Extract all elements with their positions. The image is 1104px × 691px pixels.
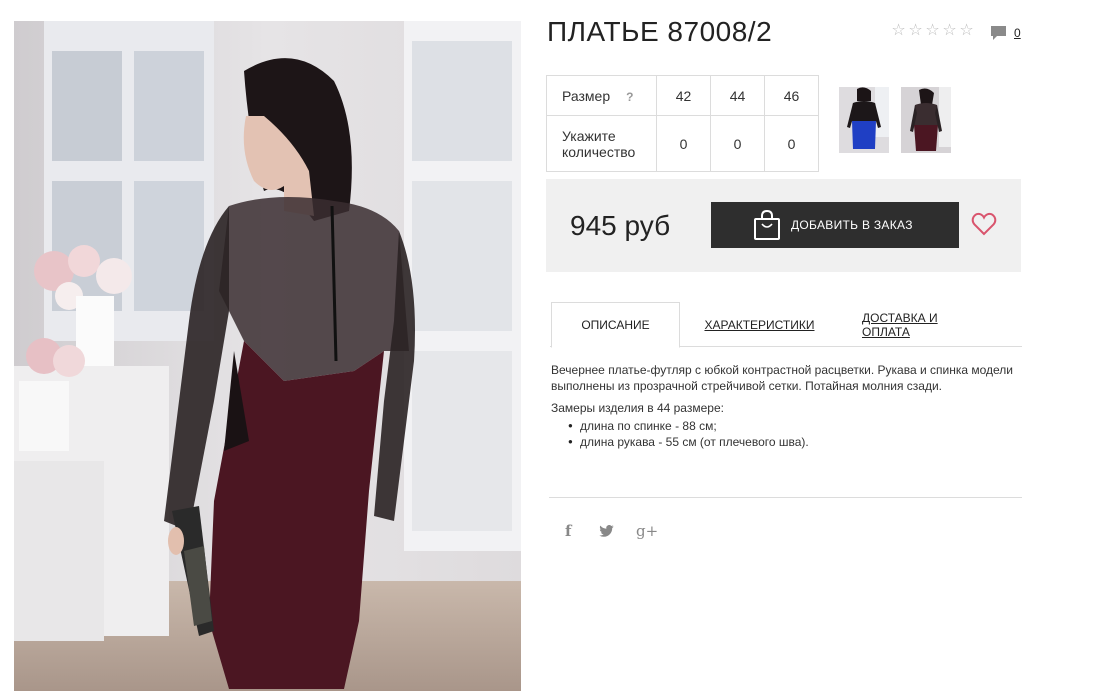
add-to-order-label: ДОБАВИТЬ В ЗАКАЗ xyxy=(791,218,913,232)
star-icon[interactable]: ☆ xyxy=(925,23,940,39)
size-option: 46 xyxy=(764,75,819,116)
description-panel: Вечернее платье-футляр с юбкой контрастн… xyxy=(551,362,1021,450)
product-thumbnail-burgundy[interactable] xyxy=(901,87,951,153)
star-icon[interactable]: ☆ xyxy=(891,23,906,39)
description-text: Вечернее платье-футляр с юбкой контрастн… xyxy=(551,363,1013,393)
quantity-row: Укажите количество 0 0 0 xyxy=(546,115,819,172)
measurements-list: длина по спинке - 88 см; длина рукава - … xyxy=(551,418,1021,450)
price-box: 945 руб ДОБАВИТЬ В ЗАКАЗ xyxy=(546,179,1021,272)
size-option: 42 xyxy=(656,75,711,116)
tab-delivery-payment[interactable]: ДОСТАВКА И ОПЛАТА xyxy=(862,302,988,347)
dress-blue-skirt-front-thumbnail xyxy=(839,87,889,153)
facebook-icon[interactable]: f xyxy=(565,522,571,540)
star-icon[interactable]: ☆ xyxy=(908,23,923,39)
product-thumbnail-blue[interactable] xyxy=(839,87,889,153)
star-icon[interactable]: ☆ xyxy=(959,23,974,39)
heart-icon[interactable] xyxy=(971,212,997,236)
size-label-cell: Размер? xyxy=(546,75,657,116)
product-tabs: ОПИСАНИЕ ХАРАКТЕРИСТИКИ ДОСТАВКА И ОПЛАТ… xyxy=(550,302,1022,348)
tab-characteristics[interactable]: ХАРАКТЕРИСТИКИ xyxy=(703,302,816,347)
rating-stars[interactable]: ☆ ☆ ☆ ☆ ☆ xyxy=(891,23,974,39)
divider xyxy=(549,497,1022,498)
tab-description[interactable]: ОПИСАНИЕ xyxy=(551,302,680,348)
size-row: Размер? 42 44 46 xyxy=(546,75,819,116)
comment-icon[interactable] xyxy=(990,25,1007,41)
list-item: длина по спинке - 88 см; xyxy=(568,418,1021,434)
quantity-input[interactable]: 0 xyxy=(656,115,711,172)
quantity-label: Укажите количество xyxy=(546,115,657,172)
google-plus-icon[interactable]: g+ xyxy=(636,522,658,540)
measurements-title: Замеры изделия в 44 размере: xyxy=(551,401,724,415)
comment-count-link[interactable]: 0 xyxy=(1014,26,1021,40)
add-to-order-button[interactable]: ДОБАВИТЬ В ЗАКАЗ xyxy=(711,202,959,248)
shopping-bag-icon xyxy=(754,210,780,240)
product-title: ПЛАТЬЕ 87008/2 xyxy=(547,16,773,47)
woman-in-dress-photo xyxy=(14,21,521,691)
size-option: 44 xyxy=(710,75,765,116)
product-price: 945 руб xyxy=(570,210,671,241)
product-main-photo[interactable] xyxy=(14,21,521,691)
twitter-icon[interactable] xyxy=(599,525,614,537)
star-icon[interactable]: ☆ xyxy=(942,23,957,39)
size-quantity-table: Размер? 42 44 46 Укажите количество 0 0 … xyxy=(546,75,819,172)
size-label: Размер xyxy=(562,87,611,104)
quantity-input[interactable]: 0 xyxy=(710,115,765,172)
quantity-input[interactable]: 0 xyxy=(764,115,819,172)
list-item: длина рукава - 55 см (от плечевого шва). xyxy=(568,434,1021,450)
dress-burgundy-back-thumbnail xyxy=(901,87,951,153)
size-help-icon[interactable]: ? xyxy=(626,90,633,104)
